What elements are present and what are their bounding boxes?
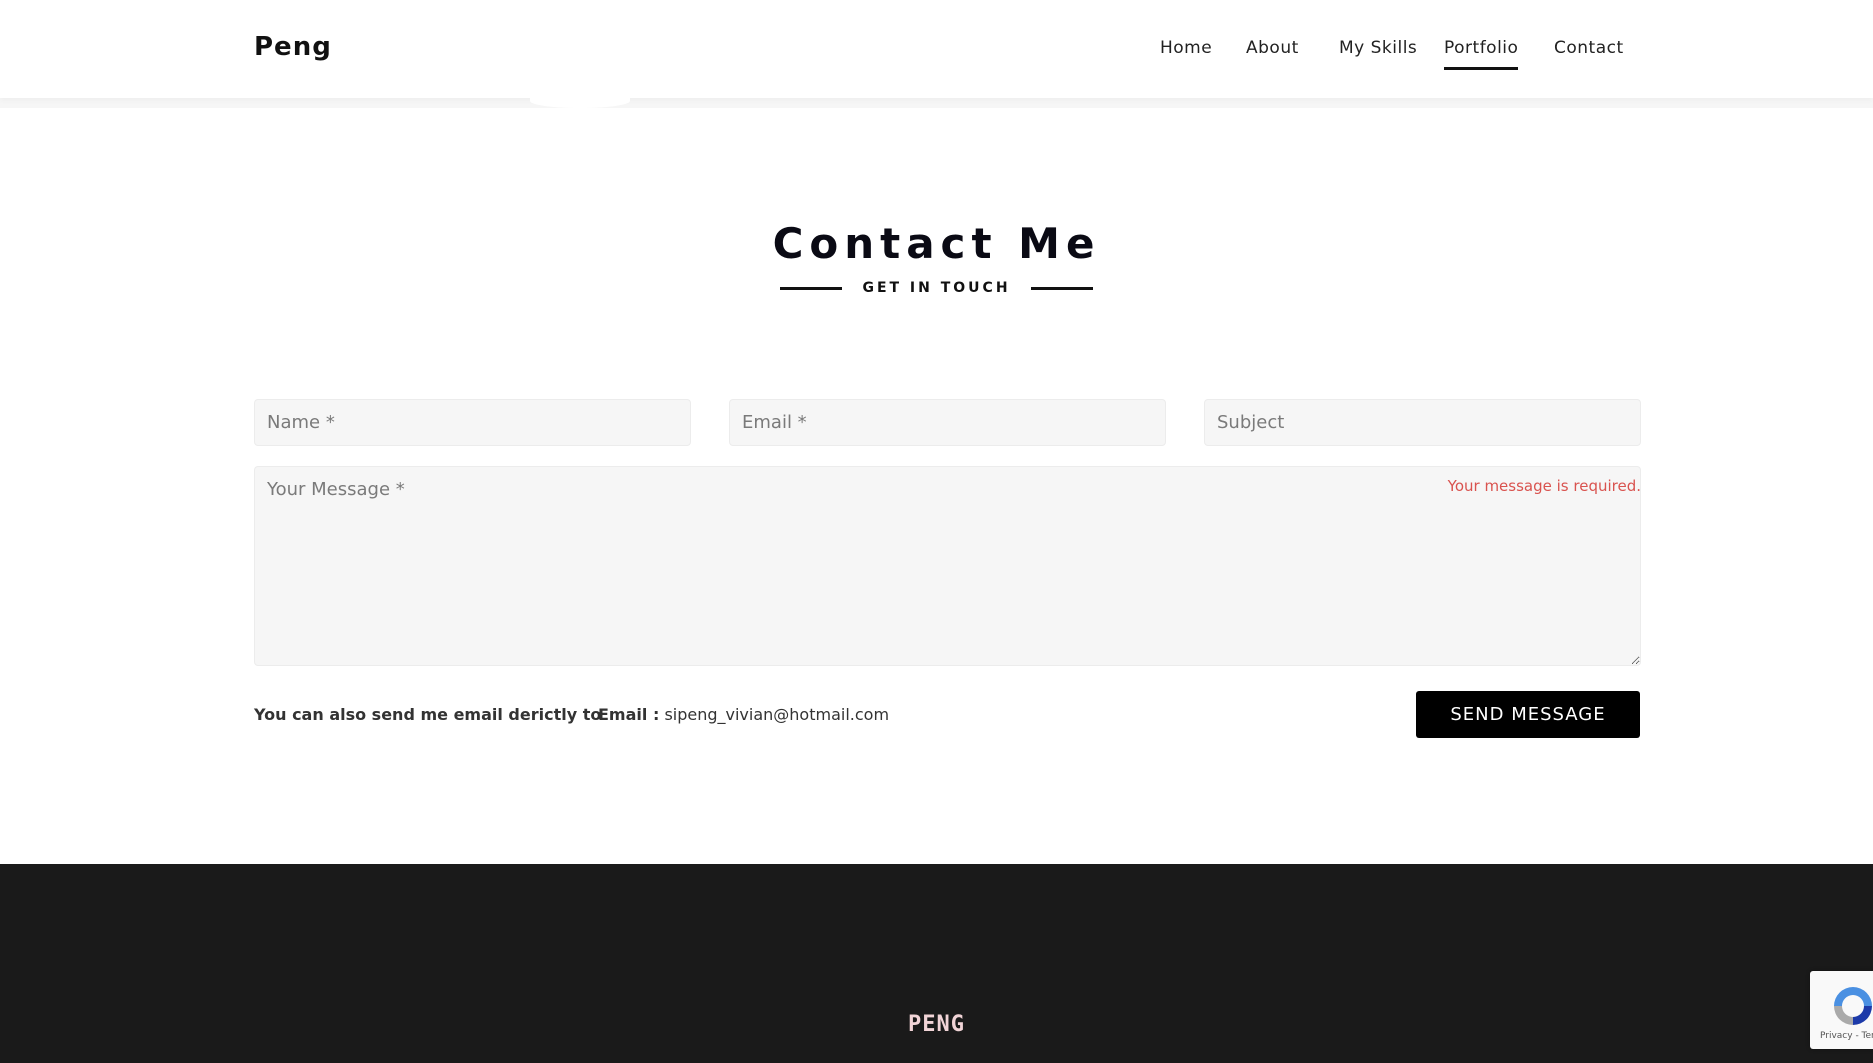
subtitle-line-left — [780, 286, 843, 290]
section-title: Contact Me — [772, 219, 1101, 268]
subject-input[interactable] — [1204, 399, 1641, 446]
section-subtitle: GET IN TOUCH — [862, 280, 1011, 296]
email-label: Email : — [598, 705, 660, 724]
email-input[interactable] — [729, 399, 1166, 446]
section-subtitle-wrap: GET IN TOUCH — [0, 280, 1873, 296]
header-curve-decoration — [530, 94, 630, 108]
site-header: Peng Home About My Skills Portfolio Cont… — [0, 0, 1873, 98]
nav-home[interactable]: Home — [1160, 38, 1212, 58]
nav-contact[interactable]: Contact — [1554, 38, 1624, 58]
header-divider — [0, 98, 1873, 108]
nav-about[interactable]: About — [1246, 38, 1299, 58]
nav-my-skills[interactable]: My Skills — [1339, 38, 1417, 58]
name-input[interactable] — [254, 399, 691, 446]
subtitle-line-right — [1030, 286, 1093, 290]
footer-logo[interactable]: PENG — [0, 1012, 1873, 1037]
send-message-button[interactable]: SEND MESSAGE — [1416, 691, 1640, 738]
nav-portfolio[interactable]: Portfolio — [1444, 38, 1519, 70]
email-value[interactable]: sipeng_vivian@hotmail.com — [664, 705, 889, 724]
recaptcha-icon — [1834, 987, 1872, 1025]
recaptcha-links[interactable]: Privacy - Terms — [1820, 1031, 1873, 1041]
site-footer: PENG — [0, 864, 1873, 1063]
message-error: Your message is required. — [1447, 477, 1641, 495]
recaptcha-badge[interactable]: Privacy - Terms — [1810, 971, 1873, 1049]
site-logo[interactable]: Peng — [254, 32, 332, 62]
email-contact: Email : sipeng_vivian@hotmail.com — [598, 705, 889, 724]
message-textarea[interactable] — [254, 466, 1641, 666]
alt-contact-text: You can also send me email derictly to — [254, 705, 602, 724]
